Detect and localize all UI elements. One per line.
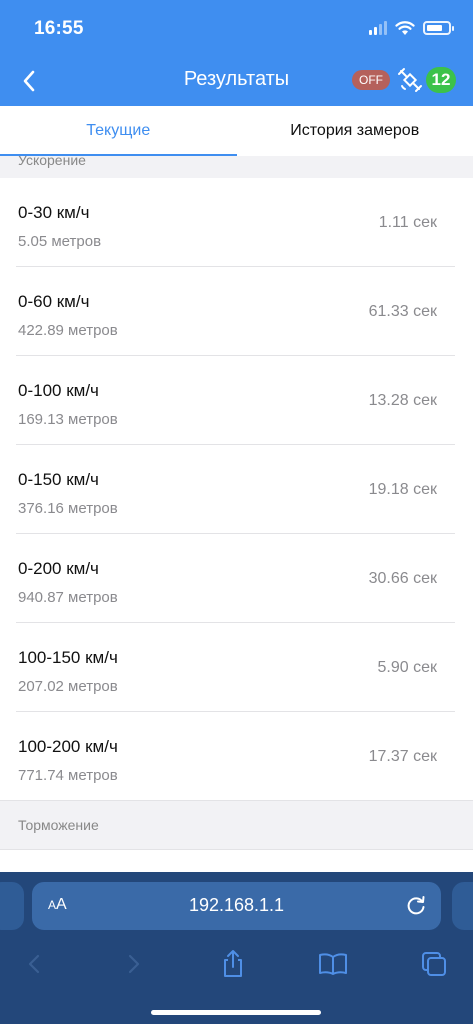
- row-time: 19.18 сек: [368, 481, 437, 498]
- status-time: 16:55: [34, 18, 84, 39]
- forward-nav-button[interactable]: [114, 944, 154, 984]
- row-title: 0-150 км/ч: [18, 470, 99, 489]
- browser-nav-toolbar: [0, 944, 473, 984]
- tabs-button[interactable]: [414, 944, 454, 984]
- row-title: 0-200 км/ч: [18, 559, 99, 578]
- row-time: 61.33 сек: [368, 303, 437, 320]
- row-distance: 771.74 метров: [18, 767, 118, 784]
- home-indicator: [151, 1010, 321, 1015]
- row-distance: 422.89 метров: [18, 322, 118, 339]
- previous-tab-preview[interactable]: [0, 882, 24, 930]
- row-title: 0-100 км/ч: [18, 381, 99, 400]
- tab-bar: Текущие История замеров: [0, 106, 473, 156]
- row-title: 100-200 км/ч: [18, 737, 118, 756]
- reload-icon[interactable]: [403, 893, 429, 919]
- gps-off-toggle[interactable]: OFF: [352, 70, 390, 90]
- list-item[interactable]: 0-100 км/ч 169.13 метров 13.28 сек: [0, 356, 473, 445]
- row-distance: 376.16 метров: [18, 500, 118, 517]
- row-time: 17.37 сек: [368, 748, 437, 765]
- list-item[interactable]: 0-150 км/ч 376.16 метров 19.18 сек: [0, 445, 473, 534]
- row-time: 30.66 сек: [368, 570, 437, 587]
- address-bar[interactable]: AA 192.168.1.1: [32, 882, 441, 930]
- next-tab-preview[interactable]: [452, 882, 473, 930]
- wifi-icon: [395, 21, 415, 35]
- satellite-icon[interactable]: [397, 67, 423, 93]
- list-item[interactable]: [0, 849, 473, 872]
- tabs-icon: [422, 952, 446, 976]
- chevron-right-icon: [128, 954, 140, 974]
- row-title: 0-60 км/ч: [18, 292, 90, 311]
- row-distance: 207.02 метров: [18, 678, 118, 695]
- row-time: 5.90 сек: [377, 659, 437, 676]
- book-icon: [319, 953, 347, 975]
- chevron-left-icon: [28, 954, 40, 974]
- browser-toolbar: AA 192.168.1.1: [0, 872, 473, 1024]
- tab-current[interactable]: Текущие: [0, 106, 237, 156]
- share-icon: [224, 950, 242, 977]
- satellite-count-badge: 12: [426, 67, 456, 93]
- tab-history[interactable]: История замеров: [237, 106, 473, 156]
- row-distance: 5.05 метров: [18, 233, 102, 250]
- list-item[interactable]: 0-30 км/ч 5.05 метров 1.11 сек: [0, 178, 473, 267]
- list-item[interactable]: 100-150 км/ч 207.02 метров 5.90 сек: [0, 623, 473, 712]
- back-nav-button[interactable]: [14, 944, 54, 984]
- app-header: 16:55 Результаты OFF 12: [0, 0, 473, 106]
- section-header-braking: Торможение: [0, 801, 473, 849]
- list-item[interactable]: 0-60 км/ч 422.89 метров 61.33 сек: [0, 267, 473, 356]
- bookmarks-button[interactable]: [313, 944, 353, 984]
- row-title: 100-150 км/ч: [18, 648, 118, 667]
- list-item[interactable]: 100-200 км/ч 771.74 метров 17.37 сек: [0, 712, 473, 801]
- row-distance: 169.13 метров: [18, 411, 118, 428]
- row-time: 13.28 сек: [368, 392, 437, 409]
- status-icons: [369, 18, 454, 38]
- row-time: 1.11 сек: [378, 214, 437, 231]
- row-title: 0-30 км/ч: [18, 203, 90, 222]
- cellular-signal-icon: [369, 21, 387, 35]
- section-header-acceleration: Ускорение: [0, 156, 473, 178]
- list-item[interactable]: 0-200 км/ч 940.87 метров 30.66 сек: [0, 534, 473, 623]
- url-text[interactable]: 192.168.1.1: [32, 895, 441, 916]
- share-button[interactable]: [213, 944, 253, 984]
- battery-icon: [423, 21, 454, 35]
- row-distance: 940.87 метров: [18, 589, 118, 606]
- results-list[interactable]: Ускорение 0-30 км/ч 5.05 метров 1.11 сек…: [0, 156, 473, 872]
